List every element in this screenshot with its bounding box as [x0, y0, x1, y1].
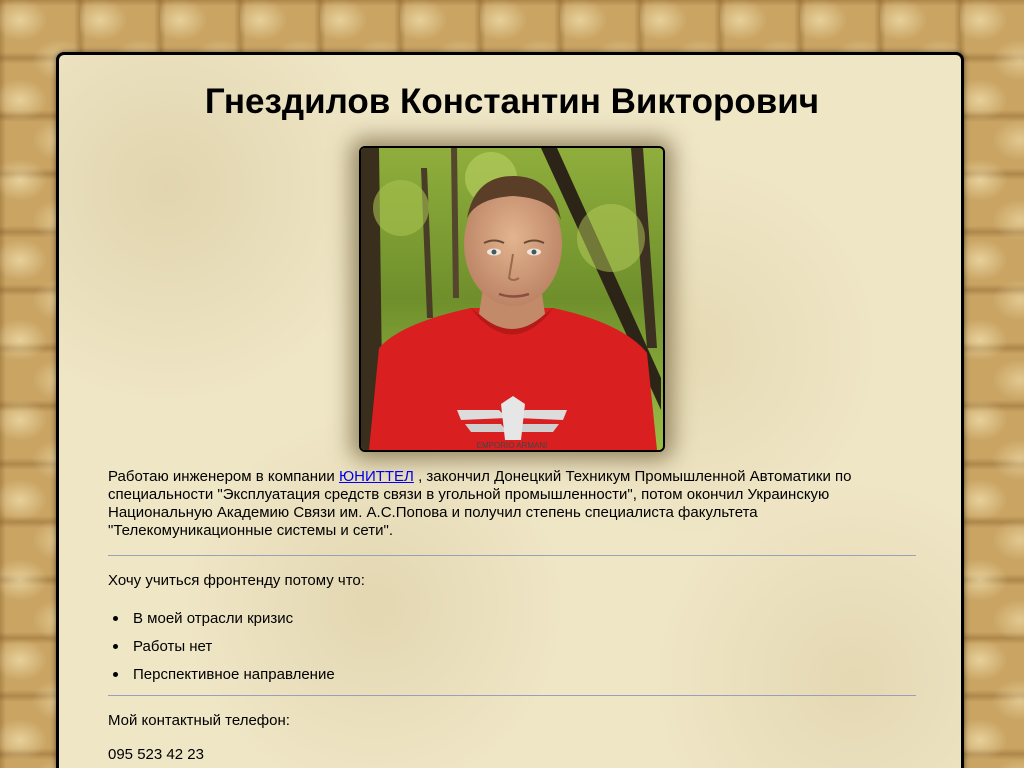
list-item: В моей отрасли кризис	[108, 610, 916, 638]
bio-paragraph: Работаю инженером в компании ЮНИТТЕЛ , з…	[108, 468, 916, 540]
bullet-icon	[113, 644, 118, 649]
contact-label: Мой контактный телефон:	[108, 712, 290, 729]
list-item-label: В моей отрасли кризис	[133, 610, 294, 627]
profile-photo: EMPORIO ARMANI	[359, 146, 665, 452]
list-item: Перспективное направление	[108, 666, 916, 694]
bullet-icon	[113, 672, 118, 677]
list-item-label: Работы нет	[133, 638, 213, 655]
list-item-label: Перспективное направление	[133, 666, 335, 683]
list-item: Работы нет	[108, 638, 916, 666]
page-title: Гнездилов Константин Викторович	[204, 82, 820, 121]
main-content: Работаю инженером в компании ЮНИТТЕЛ , з…	[108, 468, 916, 764]
shirt-print-text: EMPORIO ARMANI	[477, 441, 548, 450]
bullet-icon	[113, 616, 118, 621]
reasons-list: В моей отрасли кризис Работы нет Перспек…	[108, 610, 916, 694]
bio-prefix: Работаю инженером в компании	[108, 468, 339, 485]
profile-photo-image: EMPORIO ARMANI	[361, 148, 663, 450]
contact-phone: 095 523 42 23	[108, 746, 204, 763]
separator-2	[108, 695, 916, 696]
reasons-intro: Хочу учиться фронтенду потому что:	[108, 572, 365, 589]
separator-1	[108, 555, 916, 556]
company-link[interactable]: ЮНИТТЕЛ	[339, 468, 414, 485]
